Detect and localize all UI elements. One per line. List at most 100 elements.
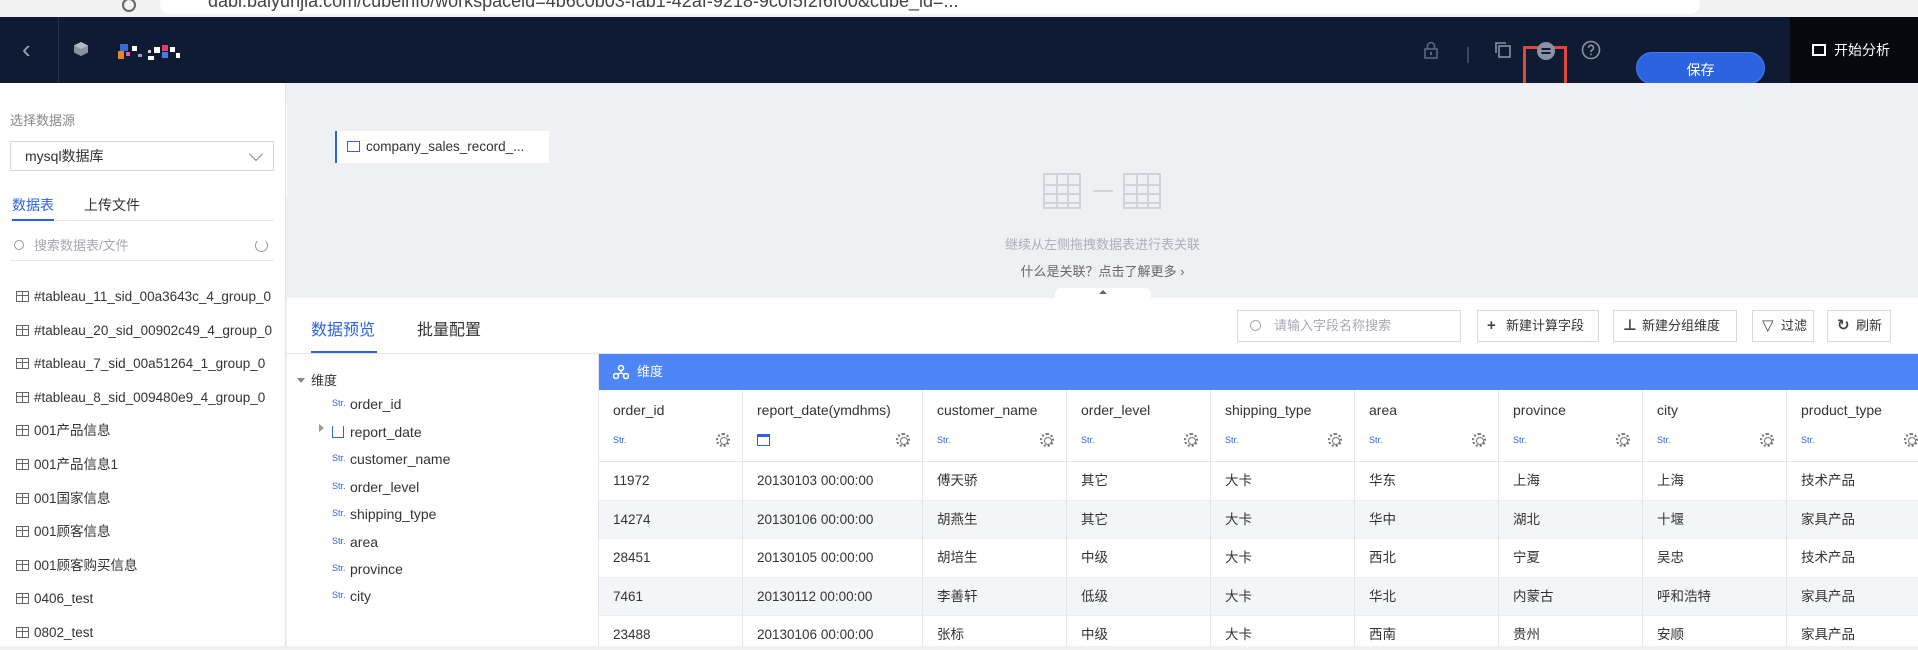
string-type-icon: Str.: [332, 453, 346, 463]
table-icon: [16, 626, 29, 638]
table-list-item[interactable]: 0406_test: [16, 582, 274, 616]
table-icon: [16, 391, 29, 403]
table-cell: 20130103 00:00:00: [743, 462, 922, 501]
column-header[interactable]: order_level Str.: [1067, 390, 1210, 462]
new-calculated-field-button[interactable]: + 新建计算字段: [1477, 310, 1599, 342]
plus-icon: +: [1487, 317, 1496, 334]
table-list-item[interactable]: 001产品信息: [16, 414, 274, 448]
table-icon: [16, 559, 29, 571]
table-list-item[interactable]: 0802_test: [16, 616, 274, 650]
field-search-input[interactable]: 请输入字段名称搜索: [1237, 310, 1461, 342]
column-name: area: [1369, 402, 1398, 418]
tree-field[interactable]: report_date: [332, 424, 422, 440]
string-type-icon: Str.: [332, 398, 346, 408]
filter-button[interactable]: ▽ 过滤: [1752, 310, 1814, 342]
gear-icon[interactable]: [1904, 433, 1918, 447]
table-list-item[interactable]: 001顾客信息: [16, 515, 274, 549]
gear-icon[interactable]: [1472, 433, 1486, 447]
join-canvas: company_sales_record_... 继续从左侧拖拽数据表进行表关联…: [287, 83, 1918, 298]
string-type-icon: Str.: [1081, 435, 1095, 445]
table-icon: [16, 425, 29, 437]
refresh-button[interactable]: ↻ 刷新: [1827, 310, 1891, 342]
tree-field-label: province: [350, 561, 403, 577]
grid-column: shipping_type Str. 大卡 大卡 大卡 大卡 大卡: [1211, 390, 1355, 646]
tree-field[interactable]: Str. customer_name: [332, 451, 450, 467]
datasource-value: mysql数据库: [25, 148, 104, 164]
column-header[interactable]: customer_name Str.: [923, 390, 1066, 462]
table-cell: 23488: [599, 616, 742, 646]
refresh-icon[interactable]: [255, 239, 268, 252]
column-header[interactable]: city Str.: [1643, 390, 1786, 462]
bar-chart-icon: [1812, 44, 1826, 56]
table-cell: 11972: [599, 462, 742, 501]
tab-data-preview[interactable]: 数据预览: [311, 316, 375, 340]
table-cell: 西北: [1355, 539, 1498, 578]
address-bar[interactable]: dabi.baiyunjia.com/cubeinfo/workspaceid=…: [160, 0, 1700, 14]
tree-field[interactable]: Str. order_level: [332, 479, 419, 495]
gear-icon[interactable]: [1760, 433, 1774, 447]
table-cell: 胡培生: [923, 539, 1066, 578]
column-name: shipping_type: [1225, 402, 1312, 418]
table-list-item[interactable]: 001国家信息: [16, 482, 274, 516]
column-header[interactable]: report_date(ymdhms): [743, 390, 922, 462]
table-cell: 其它: [1067, 462, 1210, 501]
table-cell: 技术产品: [1787, 539, 1918, 578]
column-header[interactable]: product_type Str.: [1787, 390, 1918, 462]
column-header[interactable]: order_id Str.: [599, 390, 742, 462]
datasource-select[interactable]: mysql数据库: [10, 141, 274, 171]
save-button[interactable]: 保存: [1636, 52, 1765, 84]
table-cell: 内蒙古: [1499, 577, 1642, 616]
back-icon[interactable]: ‹: [22, 36, 31, 62]
table-chip[interactable]: company_sales_record_...: [335, 131, 549, 163]
column-name: product_type: [1801, 402, 1882, 418]
table-cell: 其它: [1067, 500, 1210, 539]
caret-right-icon[interactable]: [319, 424, 324, 432]
table-cell: 20130105 00:00:00: [743, 539, 922, 578]
table-list-item[interactable]: 001顾客购买信息: [16, 549, 274, 583]
gear-icon[interactable]: [1328, 433, 1342, 447]
tree-field-label: order_level: [350, 479, 420, 495]
table-search-input[interactable]: 搜索数据表/文件: [10, 231, 274, 261]
start-analysis-button[interactable]: 开始分析: [1790, 17, 1918, 83]
tab-batch-config[interactable]: 批量配置: [417, 316, 481, 340]
canvas-collapse-handle[interactable]: [1055, 288, 1151, 298]
gear-icon[interactable]: [1616, 433, 1630, 447]
table-list-item[interactable]: #tableau_7_sid_00a51264_1_group_0: [16, 347, 274, 381]
tree-field[interactable]: Str. city: [332, 588, 371, 604]
join-placeholder-icon: [1043, 173, 1163, 213]
table-cell: 上海: [1643, 462, 1786, 501]
table-cell: 湖北: [1499, 500, 1642, 539]
dimension-group-label: 维度: [311, 373, 338, 388]
table-name: #tableau_7_sid_00a51264_1_group_0: [34, 356, 266, 372]
table-list-item[interactable]: 001产品信息1: [16, 448, 274, 482]
site-info-icon[interactable]: [122, 0, 136, 12]
table-cell: 十堰: [1643, 500, 1786, 539]
tree-field-label: city: [350, 588, 371, 604]
string-type-icon: Str.: [332, 508, 346, 518]
gear-icon[interactable]: [1184, 433, 1198, 447]
dimension-group[interactable]: 维度: [297, 370, 337, 389]
help-icon[interactable]: [1581, 40, 1601, 60]
join-help-link[interactable]: 什么是关联？点击了解更多 ›: [287, 261, 1918, 280]
table-list-item[interactable]: #tableau_11_sid_00a3643c_4_group_0: [16, 280, 274, 314]
tree-field[interactable]: Str. shipping_type: [332, 506, 436, 522]
table-list-item[interactable]: #tableau_20_sid_00902c49_4_group_0: [16, 314, 274, 348]
tab-upload-file[interactable]: 上传文件: [84, 195, 140, 215]
table-list-item[interactable]: #tableau_8_sid_009480e9_4_group_0: [16, 381, 274, 415]
column-header[interactable]: area Str.: [1355, 390, 1498, 462]
gear-icon[interactable]: [896, 433, 910, 447]
gear-icon[interactable]: [716, 433, 730, 447]
gear-icon[interactable]: [1040, 433, 1054, 447]
tree-field[interactable]: Str. area: [332, 534, 378, 550]
table-name: 001顾客信息: [34, 524, 111, 540]
tab-tables[interactable]: 数据表: [12, 195, 54, 215]
copy-icon[interactable]: [1493, 40, 1513, 60]
tree-field[interactable]: Str. order_id: [332, 396, 401, 412]
equals-circle-icon[interactable]: [1536, 41, 1556, 61]
column-header[interactable]: province Str.: [1499, 390, 1642, 462]
new-group-dimension-button[interactable]: ⊥ 新建分组维度: [1613, 310, 1737, 342]
tree-field[interactable]: Str. province: [332, 561, 403, 577]
join-hint-text: 继续从左侧拖拽数据表进行表关联: [1004, 237, 1200, 252]
lock-icon[interactable]: [1421, 40, 1441, 60]
column-header[interactable]: shipping_type Str.: [1211, 390, 1354, 462]
